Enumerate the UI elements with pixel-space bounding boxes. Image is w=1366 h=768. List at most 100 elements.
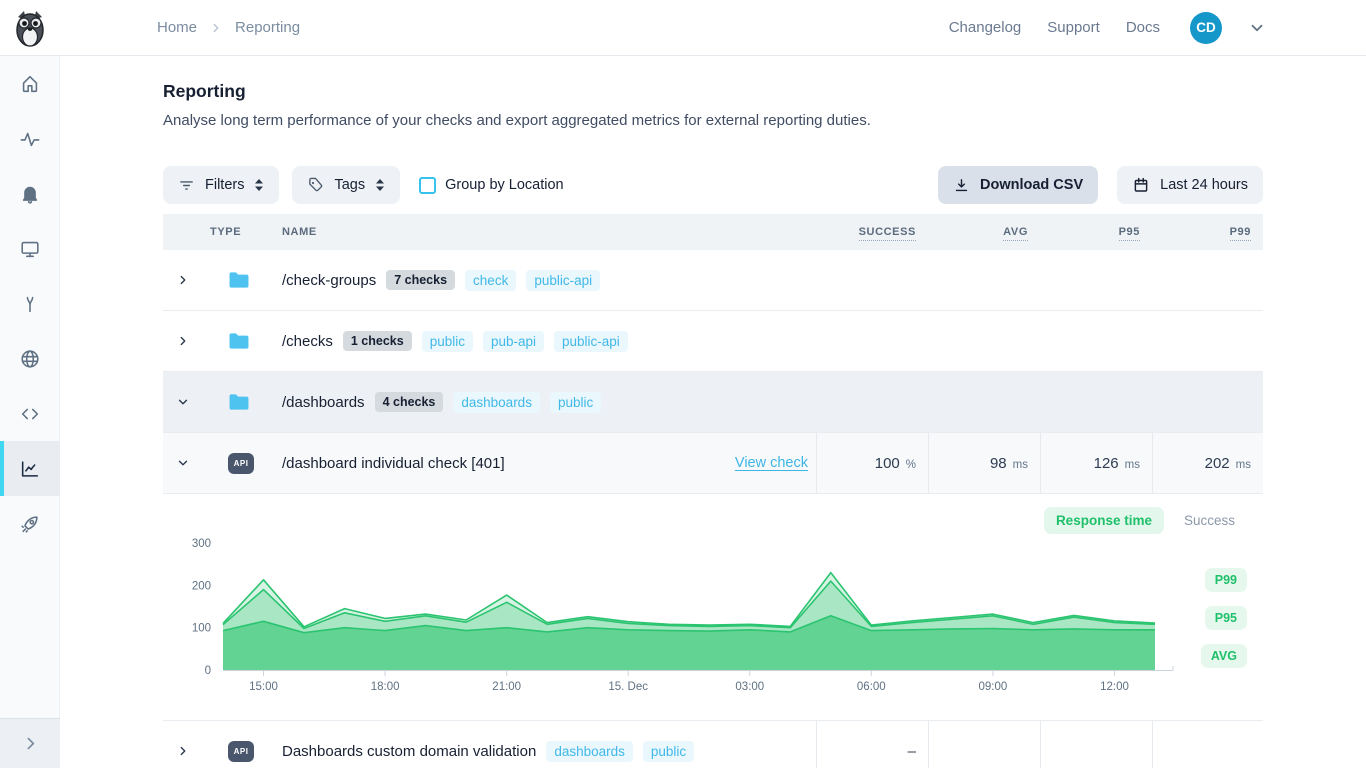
sidebar-item-home[interactable] (0, 56, 60, 111)
sidebar-item-activity[interactable] (0, 111, 60, 166)
sidebar-item-rocket[interactable] (0, 496, 60, 551)
expand-chevron-icon[interactable] (163, 744, 209, 758)
home-icon (19, 73, 41, 95)
expand-chevron-icon[interactable] (163, 273, 209, 287)
column-avg: AVG (928, 226, 1040, 238)
time-range-button[interactable]: Last 24 hours (1117, 166, 1263, 204)
table-row[interactable]: API Dashboards custom domain validation da… (163, 721, 1263, 768)
download-icon (953, 177, 970, 194)
globe-icon (19, 348, 41, 370)
check-count-badge: 7 checks (386, 270, 455, 290)
stat-value: 100 (875, 455, 900, 472)
column-p99: P99 (1152, 226, 1263, 238)
sidebar-expand-button[interactable] (0, 718, 60, 768)
empty-stats (816, 372, 1263, 432)
chart-tab-success[interactable]: Success (1184, 513, 1235, 528)
changelog-link[interactable]: Changelog (949, 19, 1022, 36)
legend-p99[interactable]: P99 (1205, 568, 1247, 592)
chart-legend: P99 P95 AVG (1201, 568, 1247, 668)
stat-cell-success: 100% (816, 433, 928, 493)
tag-public-api[interactable]: public-api (526, 270, 600, 291)
legend-p95[interactable]: P95 (1205, 606, 1247, 630)
check-count-badge: 1 checks (343, 331, 412, 351)
api-badge: API (228, 741, 254, 762)
legend-avg[interactable]: AVG (1201, 644, 1247, 668)
svg-text:06:00: 06:00 (857, 681, 886, 693)
response-time-chart: Response timeSuccess010020030015:0018:00… (163, 494, 1263, 721)
expand-chevron-icon[interactable] (163, 334, 209, 348)
stat-cell-success: – (816, 721, 928, 768)
folder-type-cell (209, 332, 273, 350)
sort-arrows-icon (375, 178, 385, 192)
code-icon (19, 403, 41, 425)
chevron-down-icon[interactable] (1248, 19, 1266, 37)
stat-unit: ms (1013, 456, 1028, 471)
breadcrumb-home[interactable]: Home (157, 19, 197, 36)
stat-unit: ms (1236, 456, 1251, 471)
check-name: /check-groups (282, 272, 376, 289)
report-table-header: TYPE NAME SUCCESS AVG P95 P99 (163, 214, 1263, 250)
tags-button[interactable]: Tags (292, 166, 400, 204)
sidebar-item-chart-active[interactable] (0, 441, 60, 496)
tag-check[interactable]: check (465, 270, 516, 291)
download-csv-button[interactable]: Download CSV (938, 166, 1098, 204)
support-link[interactable]: Support (1047, 19, 1100, 36)
tag-public[interactable]: public (550, 392, 601, 413)
tag-public[interactable]: public (643, 741, 694, 762)
svg-text:21:00: 21:00 (492, 681, 521, 693)
svg-text:03:00: 03:00 (735, 681, 764, 693)
sidebar-item-bell[interactable] (0, 166, 60, 221)
filters-label: Filters (205, 177, 244, 193)
filter-lines-icon (178, 177, 195, 194)
chart-tabs: Response time Success (1044, 507, 1235, 534)
name-cell: /check-groups 7 checks check public-api (273, 250, 816, 310)
app-logo-raccoon-icon[interactable] (12, 7, 48, 49)
topbar: Home Reporting Changelog Support Docs CD (0, 0, 1366, 56)
stat-value: 98 (990, 455, 1007, 472)
tag-public[interactable]: public (422, 331, 473, 352)
name-cell: /dashboard individual check [401] View ch… (273, 433, 816, 493)
breadcrumb: Home Reporting (157, 19, 300, 36)
check-name: /dashboard individual check [401] (282, 455, 505, 472)
group-by-location-checkbox[interactable] (419, 177, 436, 194)
maintenance-icon (19, 293, 41, 315)
breadcrumb-reporting[interactable]: Reporting (235, 19, 300, 36)
stat-cell-p95: 126ms (1040, 433, 1152, 493)
tags-label: Tags (334, 177, 365, 193)
monitor-icon (19, 238, 41, 260)
svg-text:100: 100 (192, 623, 211, 635)
api-badge: API (228, 453, 254, 474)
tag-dashboards[interactable]: dashboards (546, 741, 633, 762)
view-check-link[interactable]: View check (735, 455, 808, 471)
stat-cell-p99: 202ms (1152, 433, 1263, 493)
stat-unit: ms (1125, 456, 1140, 471)
table-row[interactable]: /check-groups 7 checks check public-api (163, 250, 1263, 311)
avatar[interactable]: CD (1190, 12, 1222, 44)
name-cell: Dashboards custom domain validation dashb… (273, 721, 816, 768)
check-name: /checks (282, 333, 333, 350)
collapse-chevron-icon[interactable] (163, 456, 209, 470)
tag-dashboards[interactable]: dashboards (453, 392, 540, 413)
column-name: NAME (273, 226, 816, 238)
tag-pub-api[interactable]: pub-api (483, 331, 544, 352)
table-row[interactable]: /dashboards4 checksdashboardspublic (163, 372, 1263, 433)
stat-unit: % (906, 456, 916, 471)
docs-link[interactable]: Docs (1126, 19, 1160, 36)
download-csv-label: Download CSV (980, 177, 1083, 193)
check-name: Dashboards custom domain validation (282, 743, 536, 760)
folder-type-cell (209, 393, 273, 411)
tag-public-api[interactable]: public-api (554, 331, 628, 352)
group-by-location-toggle[interactable]: Group by Location (419, 177, 564, 194)
api-type-cell: API (209, 453, 273, 474)
collapse-chevron-icon[interactable] (163, 395, 209, 409)
stat-value: – (908, 743, 916, 760)
sidebar-item-code[interactable] (0, 386, 60, 441)
sidebar-item-globe[interactable] (0, 331, 60, 386)
chart-tab-response-time[interactable]: Response time (1044, 507, 1164, 534)
sidebar-item-maintenance[interactable] (0, 276, 60, 331)
sidebar-item-monitor[interactable] (0, 221, 60, 276)
table-row[interactable]: /checks 1 checks public pub-api public-api (163, 311, 1263, 372)
table-row[interactable]: API/dashboard individual check [401] View… (163, 433, 1263, 494)
svg-text:15:00: 15:00 (249, 681, 278, 693)
filters-button[interactable]: Filters (163, 166, 279, 204)
